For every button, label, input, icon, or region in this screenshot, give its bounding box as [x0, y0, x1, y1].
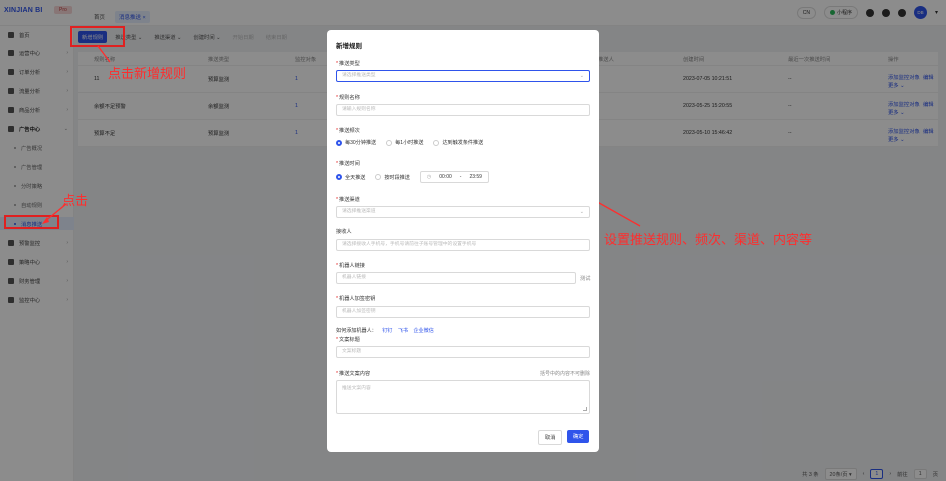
dingtalk-link[interactable]: 钉钉 [382, 328, 392, 334]
push-time-label: *推送时间 [336, 161, 360, 167]
resize-handle-icon[interactable] [583, 407, 587, 411]
robot-help-links: 如何添加机器人： 钉钉 飞书 企业微信 [336, 328, 434, 334]
receiver-label: 接收人 [336, 229, 352, 235]
modal-title: 新增规则 [336, 43, 362, 50]
chevron-down-icon: ⌄ [579, 73, 584, 79]
feishu-link[interactable]: 飞书 [398, 328, 408, 334]
cancel-button[interactable]: 取消 [538, 430, 563, 445]
push-channel-select[interactable]: 请选择推送渠道 ⌄ [336, 206, 590, 218]
copy-title-label: *文案标题 [336, 337, 360, 343]
frequency-radio-group: 每30分钟推送 每1小时推送 达到触发条件推送 [336, 139, 483, 146]
push-time-radio-group: 全天推送 按时段推送 ◷ 00:00 - 23:59 [336, 171, 489, 183]
frequency-option-30min[interactable]: 每30分钟推送 [336, 139, 376, 146]
copy-hint: 括号中的内容不可删除 [539, 371, 590, 377]
push-channel-label: *推送渠道 [336, 197, 360, 203]
rule-name-label: *规则名称 [336, 95, 360, 101]
time-option-period[interactable]: 按时段推送 [375, 174, 410, 181]
copy-title-input[interactable]: 文案标题 [336, 346, 590, 358]
robot-link-input[interactable]: 机器人链接 [336, 272, 576, 284]
frequency-option-trigger[interactable]: 达到触发条件推送 [433, 139, 483, 146]
wecom-link[interactable]: 企业微信 [413, 328, 433, 334]
time-range-picker[interactable]: ◷ 00:00 - 23:59 [419, 171, 489, 183]
rule-name-input[interactable]: 请输入规则名称 [336, 104, 590, 116]
robot-secret-label: *机器人加签密钥 [336, 296, 376, 302]
push-type-label: *推送类型 [336, 61, 360, 67]
robot-link-label: *机器人链接 [336, 263, 365, 269]
time-option-all-day[interactable]: 全天推送 [336, 174, 365, 181]
test-link[interactable]: 测试 [580, 275, 590, 282]
copy-content-label: *推送文案内容 [336, 371, 371, 377]
frequency-label: *推送频次 [336, 128, 360, 134]
push-type-select[interactable]: 请选择推送类型 ⌄ [336, 70, 590, 82]
confirm-button[interactable]: 确定 [567, 430, 590, 443]
receiver-input[interactable]: 请选择接收人手机号，手机号请前往子账号管理中的设置手机号 [336, 239, 590, 251]
copy-content-textarea[interactable]: 推送文案内容 [336, 380, 590, 414]
new-rule-modal: 新增规则 *推送类型 请选择推送类型 ⌄ *规则名称 请输入规则名称 *推送频次 … [327, 30, 599, 452]
clock-icon: ◷ [426, 174, 432, 180]
robot-secret-input[interactable]: 机器人加签密钥 [336, 306, 590, 318]
chevron-down-icon: ⌄ [579, 209, 584, 215]
frequency-option-1hour[interactable]: 每1小时推送 [386, 139, 423, 146]
